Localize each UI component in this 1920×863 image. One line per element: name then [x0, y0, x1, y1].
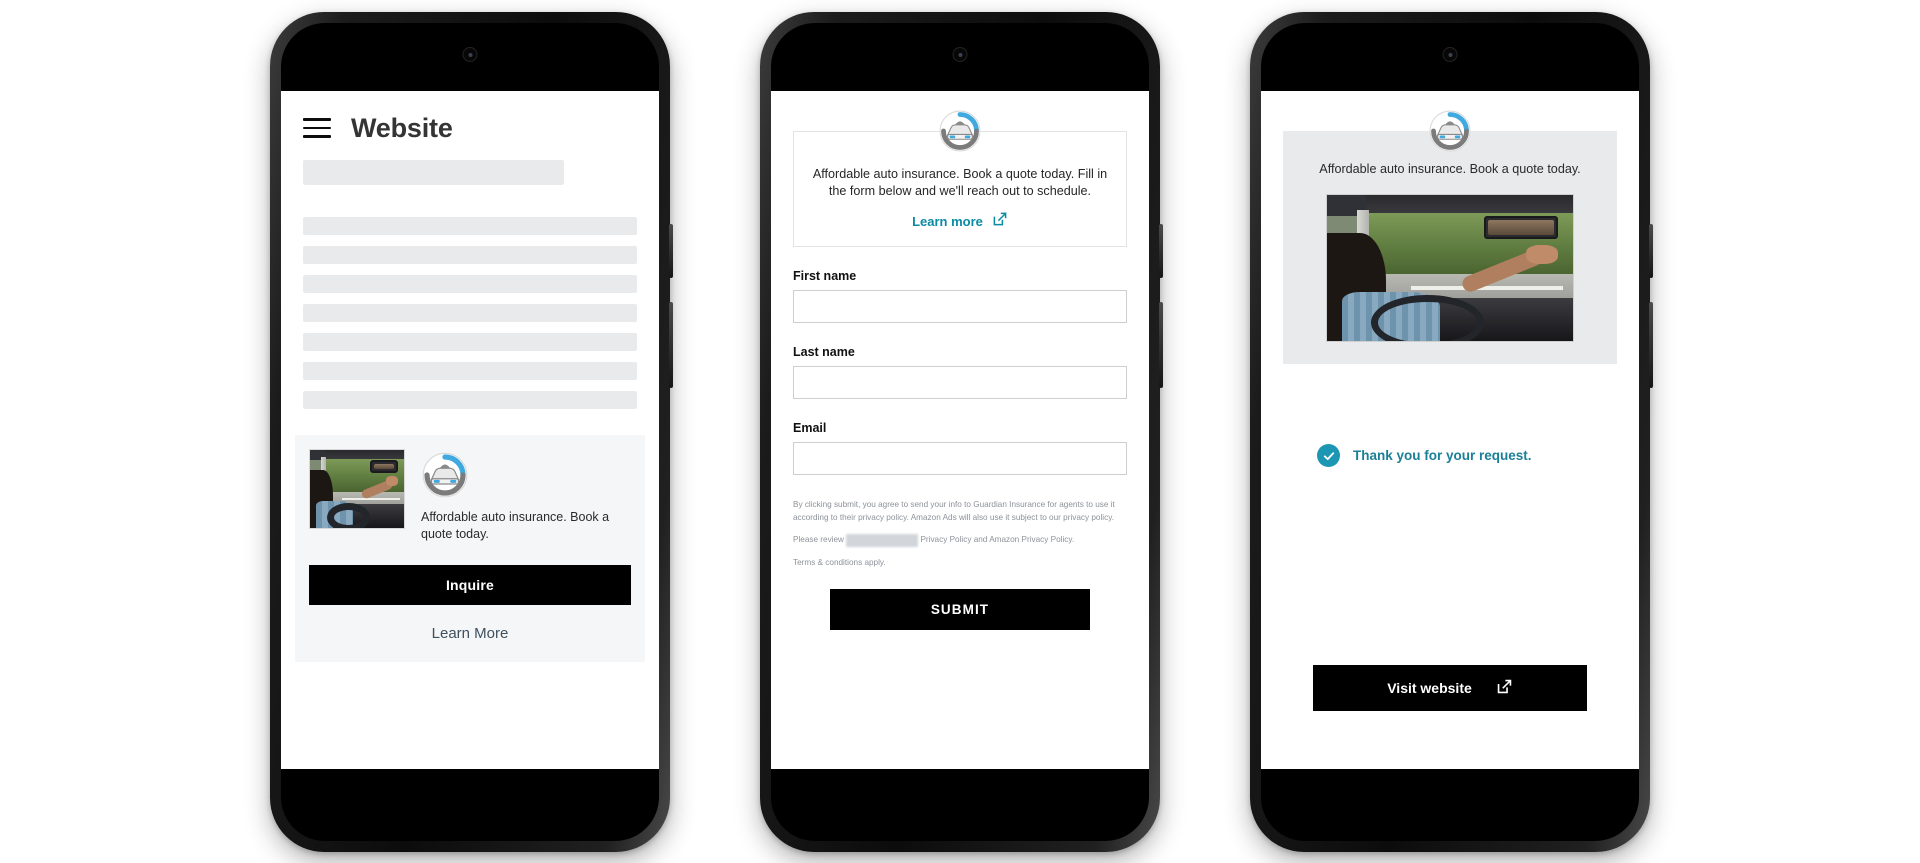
skeleton-row	[303, 245, 637, 264]
email-field[interactable]	[793, 442, 1127, 476]
check-circle-icon	[1317, 444, 1340, 468]
first-name-label: First name	[793, 269, 857, 284]
phone-mockup-stage: Website Affordable auto insurance. Book …	[0, 0, 1920, 863]
and-text: and	[973, 535, 988, 545]
ad-unit-card: Affordable auto insurance. Book a quote …	[295, 434, 645, 662]
front-camera-icon	[1442, 46, 1458, 62]
ad-copy-text: Affordable auto insurance. Book a quote …	[421, 509, 610, 541]
external-link-icon[interactable]	[992, 211, 1008, 232]
skeleton-row	[303, 303, 637, 322]
privacy-policy-line: Please review Guardian Insurance Privacy…	[793, 534, 1127, 547]
inquire-button[interactable]: Inquire	[309, 565, 631, 605]
ad-photo	[309, 448, 405, 529]
last-name-group: Last name	[793, 345, 1127, 400]
promo-text: Affordable auto insurance. Book a quote …	[812, 166, 1108, 199]
phone-1-screen: Website Affordable auto insurance. Book …	[281, 90, 659, 769]
confirmation-message: Thank you for your request.	[1353, 448, 1532, 464]
review-prefix: Please review	[793, 535, 844, 545]
amazon-privacy-policy-link[interactable]: Amazon Privacy Policy.	[989, 535, 1074, 544]
hero-text: Affordable auto insurance. Book a quote …	[1319, 161, 1581, 176]
first-name-field[interactable]	[793, 290, 1127, 324]
skeleton-row	[303, 361, 637, 380]
learn-more-link[interactable]: Learn more	[912, 214, 983, 229]
skeleton-placeholder-content	[281, 159, 659, 409]
volume-button[interactable]	[1649, 223, 1653, 278]
terms-text: Terms & conditions apply.	[793, 557, 886, 567]
external-link-icon	[1496, 678, 1513, 698]
phone-2-lead-form: Affordable auto insurance. Book a quote …	[760, 11, 1163, 852]
legal-disclaimer: By clicking submit, you agree to send yo…	[793, 499, 1127, 569]
hamburger-menu-icon[interactable]	[303, 118, 331, 138]
brand-privacy-policy-link[interactable]: Privacy Policy	[920, 535, 971, 544]
volume-button[interactable]	[669, 223, 673, 278]
last-name-field[interactable]	[793, 366, 1127, 400]
power-button[interactable]	[1159, 301, 1163, 388]
car-shield-brand-logo	[793, 109, 1127, 153]
first-name-group: First name	[793, 269, 1127, 324]
skeleton-row	[303, 332, 637, 351]
site-header: Website	[281, 90, 659, 160]
power-button[interactable]	[1649, 301, 1653, 388]
phone-3-confirmation: Affordable auto insurance. Book a quote …	[1250, 11, 1653, 852]
skeleton-row	[303, 274, 637, 293]
submit-button[interactable]: SUBMIT	[829, 589, 1091, 631]
visit-website-button[interactable]: Visit website	[1313, 664, 1587, 711]
car-shield-brand-logo	[421, 451, 631, 499]
front-camera-icon	[462, 46, 478, 62]
power-button[interactable]	[669, 301, 673, 388]
page-title: Website	[351, 112, 453, 143]
email-label: Email	[793, 421, 827, 436]
learn-more-link[interactable]: Learn More	[309, 625, 631, 642]
car-shield-brand-logo	[1283, 109, 1617, 153]
redacted-brand-name: Guardian Insurance	[846, 534, 919, 547]
phone-3-screen: Affordable auto insurance. Book a quote …	[1261, 90, 1639, 769]
phone-2-screen: Affordable auto insurance. Book a quote …	[771, 90, 1149, 769]
last-name-label: Last name	[793, 345, 855, 360]
email-group: Email	[793, 421, 1127, 476]
phone-1-website: Website Affordable auto insurance. Book …	[270, 11, 673, 852]
disclaimer-text: By clicking submit, you agree to send yo…	[793, 500, 1115, 522]
front-camera-icon	[952, 46, 968, 62]
hero-photo	[1326, 194, 1574, 343]
volume-button[interactable]	[1159, 223, 1163, 278]
confirmation-hero: Affordable auto insurance. Book a quote …	[1283, 130, 1617, 365]
visit-website-label: Visit website	[1387, 679, 1472, 696]
skeleton-lead-bar	[303, 159, 564, 185]
confirmation-message-row: Thank you for your request.	[1317, 444, 1617, 468]
skeleton-row	[303, 390, 637, 409]
skeleton-row	[303, 216, 637, 235]
